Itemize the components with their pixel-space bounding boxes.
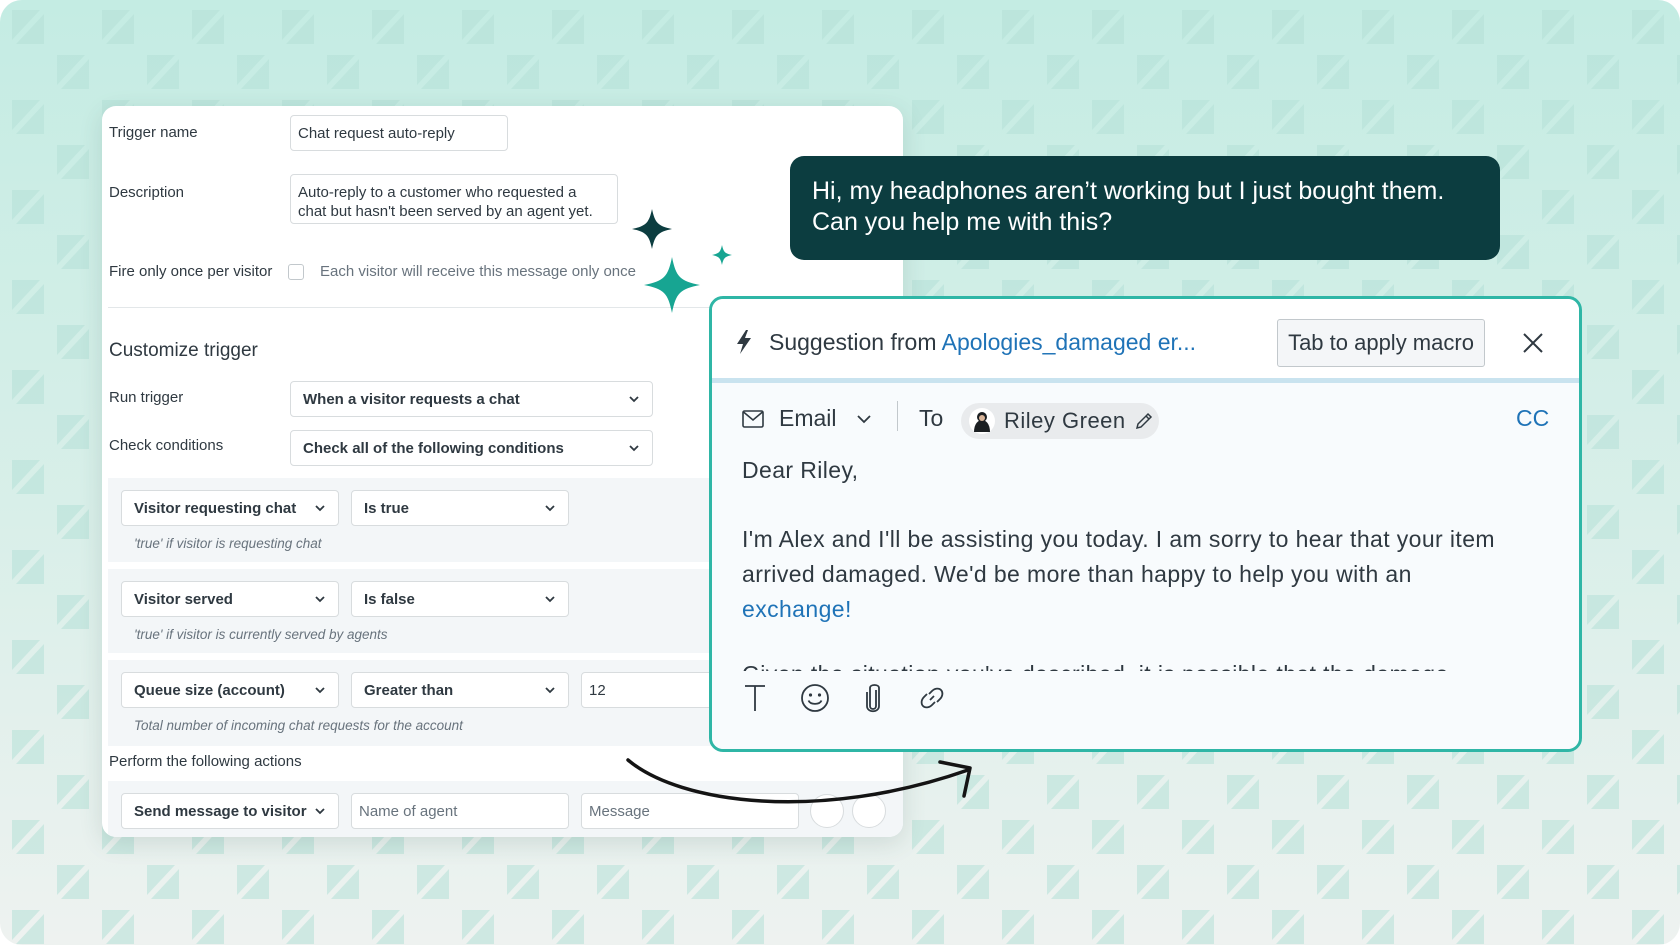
email-body-line: I'm Alex and I'll be assisting you today… [742,526,1495,552]
text-format-icon[interactable] [743,683,767,713]
lightning-icon [737,330,751,354]
description-line: chat but hasn't been served by an agent … [298,203,593,220]
condition-hint: 'true' if visitor is requesting chat [134,536,322,551]
trigger-name-label: Trigger name [109,124,198,141]
suggestion-prefix: Suggestion from [769,329,942,355]
cc-button[interactable]: CC [1516,405,1549,432]
fire-once-checkbox[interactable] [288,264,304,280]
customer-message-bubble: Hi, my headphones aren’t working but I j… [790,156,1500,260]
email-composer: Email To Riley Green CC Dear Riley, I'm [712,383,1579,749]
check-conditions-select[interactable]: Check all of the following conditions [290,430,653,466]
run-trigger-select[interactable]: When a visitor requests a chat [290,381,653,417]
condition-hint: 'true' if visitor is currently served by… [134,627,388,642]
recipient-name: Riley Green [1004,408,1126,433]
chevron-down-icon [315,596,325,603]
attachment-icon[interactable] [862,682,884,714]
condition-operator-value: Is true [364,499,410,517]
chevron-down-icon [545,505,555,512]
condition-field-select[interactable]: Queue size (account) [121,672,339,708]
check-conditions-label: Check conditions [109,437,224,454]
suggestion-header: Suggestion from Apologies_damaged er... … [712,299,1579,383]
description-line: Auto-reply to a customer who requested a [298,184,577,201]
trigger-name-input[interactable]: Chat request auto-reply [290,115,508,151]
customer-message-line: Can you help me with this? [812,208,1113,236]
close-icon[interactable] [1521,331,1545,355]
email-body-cut-text: Given the situation you've described, it… [742,661,1449,671]
chevron-down-icon [545,687,555,694]
agent-name-input[interactable]: Name of agent [351,793,569,829]
condition-operator-value: Is false [364,590,415,608]
condition-value-input[interactable]: 12 [581,672,721,708]
user-avatar-icon [969,408,995,434]
description-textarea[interactable]: Auto-reply to a customer who requested a… [290,174,618,224]
condition-operator-select[interactable]: Is true [351,490,569,526]
divider [897,401,898,431]
condition-operator-select[interactable]: Greater than [351,672,569,708]
condition-operator-select[interactable]: Is false [351,581,569,617]
fire-once-label: Fire only once per visitor [109,263,273,280]
email-greeting[interactable]: Dear Riley, [742,453,858,488]
run-trigger-value: When a visitor requests a chat [303,390,520,408]
condition-hint: Total number of incoming chat requests f… [134,718,463,733]
email-body-cut-line: Given the situation you've described, it… [742,659,1449,671]
action-type-select[interactable]: Send message to visitor [121,793,339,829]
chevron-down-icon [315,505,325,512]
email-body-line: arrived damaged. We'd be more than happy… [742,561,1412,587]
email-body[interactable]: I'm Alex and I'll be assisting you today… [742,522,1495,627]
chevron-down-icon [545,596,555,603]
description-label: Description [109,184,185,201]
apply-macro-button[interactable]: Tab to apply macro [1277,319,1485,367]
exchange-link-suffix: ! [844,596,852,622]
recipient-chip[interactable]: Riley Green [961,403,1159,439]
chevron-down-icon [315,808,325,815]
emoji-icon[interactable] [800,683,830,713]
channel-selector[interactable]: Email [779,405,837,432]
fire-once-hint: Each visitor will receive this message o… [320,263,636,280]
envelope-icon [742,410,764,428]
connector-arrow-icon [626,758,972,804]
condition-operator-value: Greater than [364,681,454,699]
pencil-icon[interactable] [1134,411,1154,431]
exchange-link[interactable]: exchange [742,596,845,622]
actions-label: Perform the following actions [109,753,302,770]
action-type-value: Send message to visitor [134,802,307,820]
chevron-down-icon [629,445,639,452]
condition-field-select[interactable]: Visitor requesting chat [121,490,339,526]
condition-field-value: Queue size (account) [134,681,285,699]
to-label: To [919,405,944,431]
customer-message-line: Hi, my headphones aren’t working but I j… [812,177,1445,205]
chevron-down-icon [315,687,325,694]
chevron-down-icon[interactable] [856,413,872,425]
chevron-down-icon [629,396,639,403]
avatar [969,408,995,434]
condition-field-value: Visitor served [134,590,233,608]
check-conditions-value: Check all of the following conditions [303,439,564,457]
condition-field-value: Visitor requesting chat [134,499,297,517]
email-body-line: exchange! [742,592,1495,627]
condition-field-select[interactable]: Visitor served [121,581,339,617]
macro-suggestion-card: Suggestion from Apologies_damaged er... … [709,296,1582,752]
suggestion-title: Suggestion from Apologies_damaged er... [769,329,1196,356]
run-trigger-label: Run trigger [109,389,184,406]
link-icon[interactable] [917,683,947,713]
macro-name-link[interactable]: Apologies_damaged er... [942,329,1196,355]
customize-trigger-title: Customize trigger [109,340,258,361]
